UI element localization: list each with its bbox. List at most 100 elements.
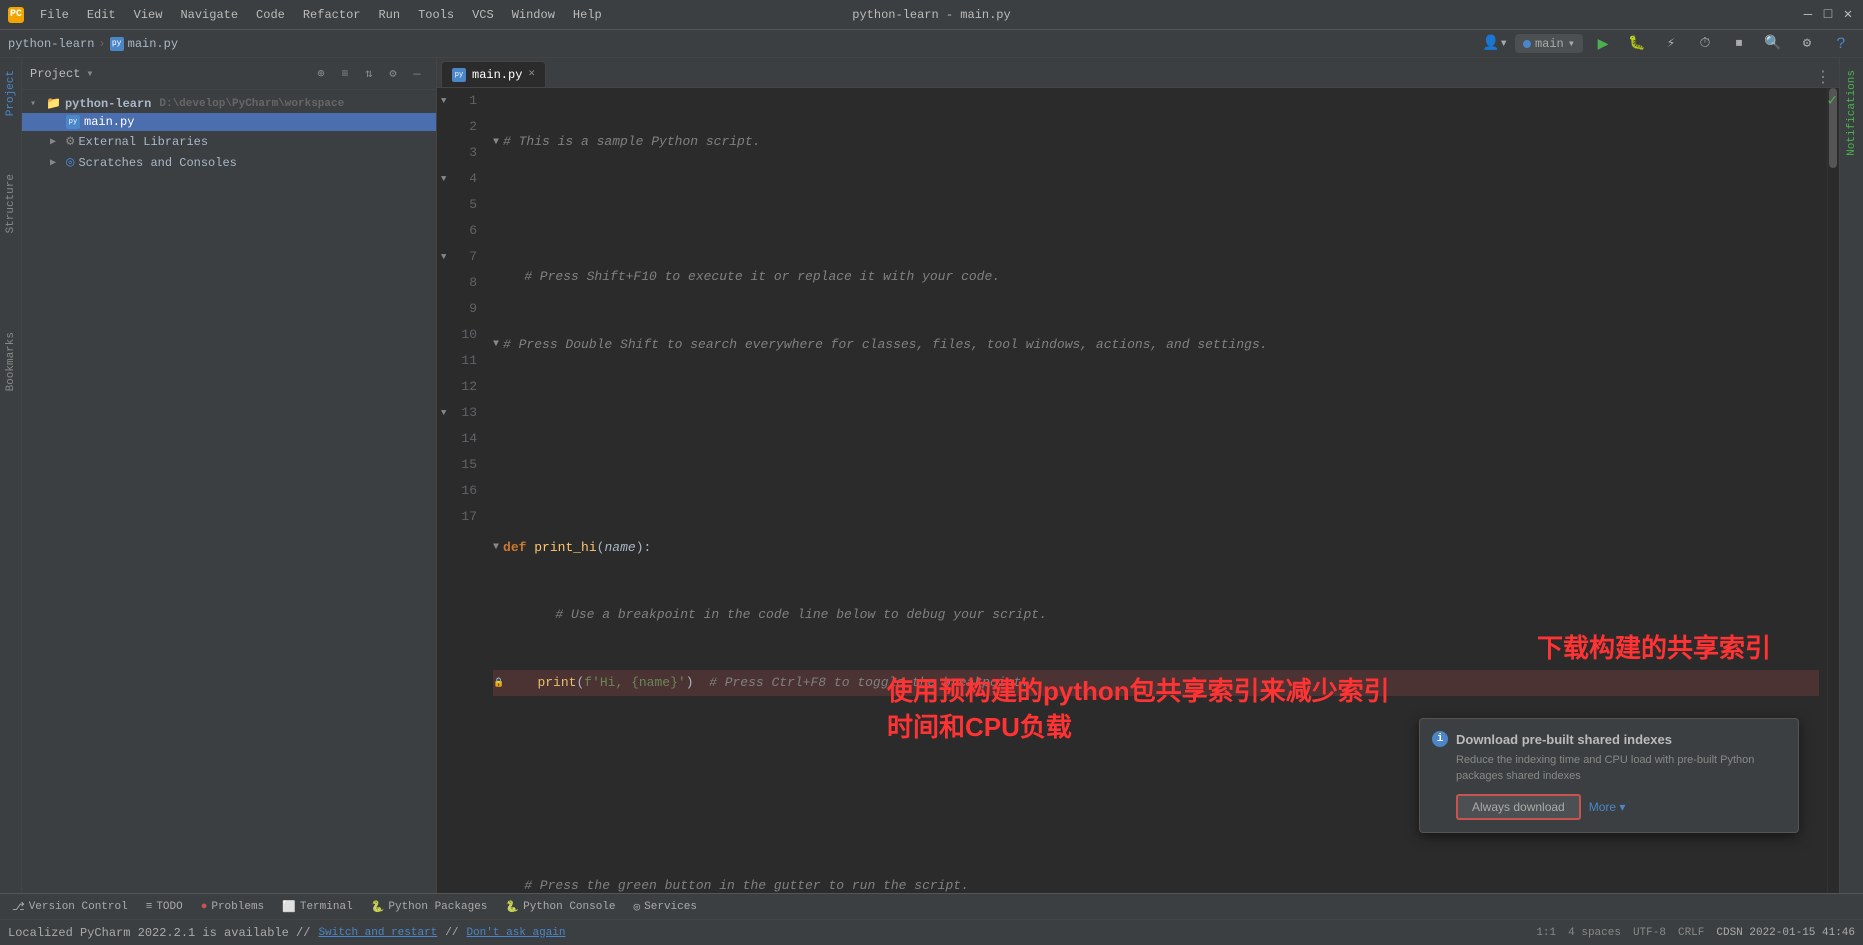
editor-tab-main-py[interactable]: py main.py ✕ (441, 61, 546, 87)
line-num-13: ▼13 (445, 400, 477, 426)
settings-button[interactable]: ⚙ (1793, 30, 1821, 58)
expand-all-button[interactable]: ⇅ (358, 63, 380, 85)
tree-expand-icon-ext: ▶ (50, 136, 62, 148)
run-config-selector[interactable]: main ▾ (1515, 34, 1583, 53)
breakpoint-gutter-9: 🔒 (493, 676, 504, 690)
menu-navigate[interactable]: Navigate (172, 6, 246, 24)
editor-scrollbar[interactable]: ✓ (1827, 88, 1839, 893)
breadcrumb-file[interactable]: py main.py (110, 37, 178, 51)
comment-9: # Press Ctrl+F8 to toggle the breakpoint… (709, 673, 1029, 694)
tab-close-button[interactable]: ✕ (528, 69, 535, 80)
python-packages-button[interactable]: 🐍 Python Packages (363, 898, 496, 916)
project-tree: ▾ 📁 python-learn D:\develop\PyCharm\work… (22, 90, 436, 893)
line-num-4: ▼4 (445, 166, 477, 192)
menu-refactor[interactable]: Refactor (295, 6, 369, 24)
problems-button[interactable]: ● Problems (193, 899, 272, 915)
project-panel-title-label: Project (30, 67, 80, 81)
notifications-panel-toggle[interactable]: Notifications (1844, 62, 1860, 164)
stop-button[interactable]: ⏹ (1725, 30, 1753, 58)
comment-4: # Press Double Shift to search everywher… (503, 335, 1268, 356)
locate-file-button[interactable]: ⊕ (310, 63, 332, 85)
inspection-status[interactable]: ✓ (1825, 88, 1839, 112)
code-line-5 (493, 400, 1819, 426)
scratches-icon: ◎ (66, 154, 74, 171)
tree-item-scratches[interactable]: ▶ ◎ Scratches and Consoles (22, 152, 436, 173)
notif-title: Download pre-built shared indexes (1456, 732, 1672, 747)
inspection-ok-icon: ✓ (1827, 92, 1837, 110)
project-panel-header: Project ▾ ⊕ ≡ ⇅ ⚙ — (22, 58, 436, 90)
run-config-name: main (1535, 37, 1564, 51)
problems-icon: ● (201, 901, 208, 913)
switch-restart-link[interactable]: Switch and restart (318, 927, 437, 939)
coverage-button[interactable]: ⚡ (1657, 30, 1685, 58)
fold-arrow-4[interactable]: ▼ (493, 337, 499, 353)
todo-icon: ≡ (146, 901, 153, 913)
close-panel-button[interactable]: — (406, 63, 428, 85)
tree-item-root[interactable]: ▾ 📁 python-learn D:\develop\PyCharm\work… (22, 94, 436, 113)
fold-arrow-1[interactable]: ▼ (493, 135, 499, 151)
profile-button[interactable]: ⏱ (1691, 30, 1719, 58)
project-panel-dropdown-icon[interactable]: ▾ (86, 66, 93, 81)
menu-view[interactable]: View (126, 6, 171, 24)
services-button[interactable]: ◎ Services (626, 898, 705, 916)
line-num-6: 6 (445, 218, 477, 244)
line-sep-info: CRLF (1678, 927, 1704, 939)
window-controls[interactable]: — □ ✕ (1801, 8, 1855, 22)
always-download-button[interactable]: Always download (1456, 794, 1581, 820)
search-button[interactable]: 🔍 (1759, 30, 1787, 58)
services-label: Services (644, 901, 697, 913)
breadcrumb-project[interactable]: python-learn (8, 37, 94, 51)
project-sidebar-toggle[interactable]: Project (3, 62, 19, 124)
breadcrumb-separator: › (98, 37, 105, 51)
tree-item-external-libraries[interactable]: ▶ ⚙ External Libraries (22, 131, 436, 152)
account-button[interactable]: 👤▾ (1481, 30, 1509, 58)
project-settings-button[interactable]: ⚙ (382, 63, 404, 85)
minimize-button[interactable]: — (1801, 8, 1815, 22)
terminal-button[interactable]: ⬜ Terminal (274, 898, 361, 916)
tabs-menu[interactable]: ⋮ (1811, 67, 1835, 87)
comment-1: # This is a sample Python script. (503, 132, 760, 153)
tree-item-main-py[interactable]: py main.py (22, 113, 436, 131)
comment-12: # Press the green button in the gutter t… (493, 876, 969, 893)
menu-help[interactable]: Help (565, 6, 610, 24)
services-icon: ◎ (634, 900, 641, 914)
notification-popup: i Download pre-built shared indexes Redu… (1419, 718, 1799, 833)
menu-edit[interactable]: Edit (79, 6, 124, 24)
tabs-overflow-icon[interactable]: ⋮ (1815, 67, 1831, 87)
project-panel-actions: ⊕ ≡ ⇅ ⚙ — (310, 63, 428, 85)
menu-tools[interactable]: Tools (410, 6, 462, 24)
editor-area: py main.py ✕ ⋮ ▼1 2 3 ▼4 5 6 ▼7 8 9 (437, 58, 1839, 893)
root-path: D:\develop\PyCharm\workspace (159, 98, 344, 110)
more-link-label: More ▾ (1589, 800, 1626, 814)
update-sep: // (445, 927, 458, 939)
title-bar-left: PC File Edit View Navigate Code Refactor… (8, 6, 610, 24)
branch-info: CDSN 2022-01-15 41:46 (1716, 927, 1855, 939)
dont-ask-link[interactable]: Don't ask again (466, 927, 565, 939)
bookmarks-sidebar-toggle[interactable]: Bookmarks (3, 324, 19, 399)
collapse-all-button[interactable]: ≡ (334, 63, 356, 85)
fold-arrow-7[interactable]: ▼ (493, 540, 499, 556)
python-console-button[interactable]: 🐍 Python Console (497, 898, 623, 916)
notif-actions: Always download More ▾ (1432, 794, 1786, 820)
close-button[interactable]: ✕ (1841, 8, 1855, 22)
line-num-14: 14 (445, 426, 477, 452)
help-icon[interactable]: ? (1827, 30, 1855, 58)
structure-sidebar-toggle[interactable]: Structure (3, 166, 19, 241)
debug-button[interactable]: 🐛 (1623, 30, 1651, 58)
menu-code[interactable]: Code (248, 6, 293, 24)
indent-info: 4 spaces (1568, 927, 1621, 939)
more-link[interactable]: More ▾ (1589, 800, 1626, 814)
menu-run[interactable]: Run (370, 6, 408, 24)
todo-label: TODO (156, 901, 182, 913)
menu-vcs[interactable]: VCS (464, 6, 502, 24)
maximize-button[interactable]: □ (1821, 8, 1835, 22)
kw-def: def (503, 538, 534, 559)
code-line-7: ▼ def print_hi(name): (493, 535, 1819, 561)
menu-file[interactable]: File (32, 6, 77, 24)
version-control-button[interactable]: ⎇ Version Control (4, 898, 136, 916)
run-button[interactable]: ▶ (1589, 30, 1617, 58)
todo-button[interactable]: ≡ TODO (138, 899, 191, 915)
punct-paren: ( (597, 538, 605, 559)
menu-window[interactable]: Window (504, 6, 563, 24)
menu-bar[interactable]: File Edit View Navigate Code Refactor Ru… (32, 6, 610, 24)
